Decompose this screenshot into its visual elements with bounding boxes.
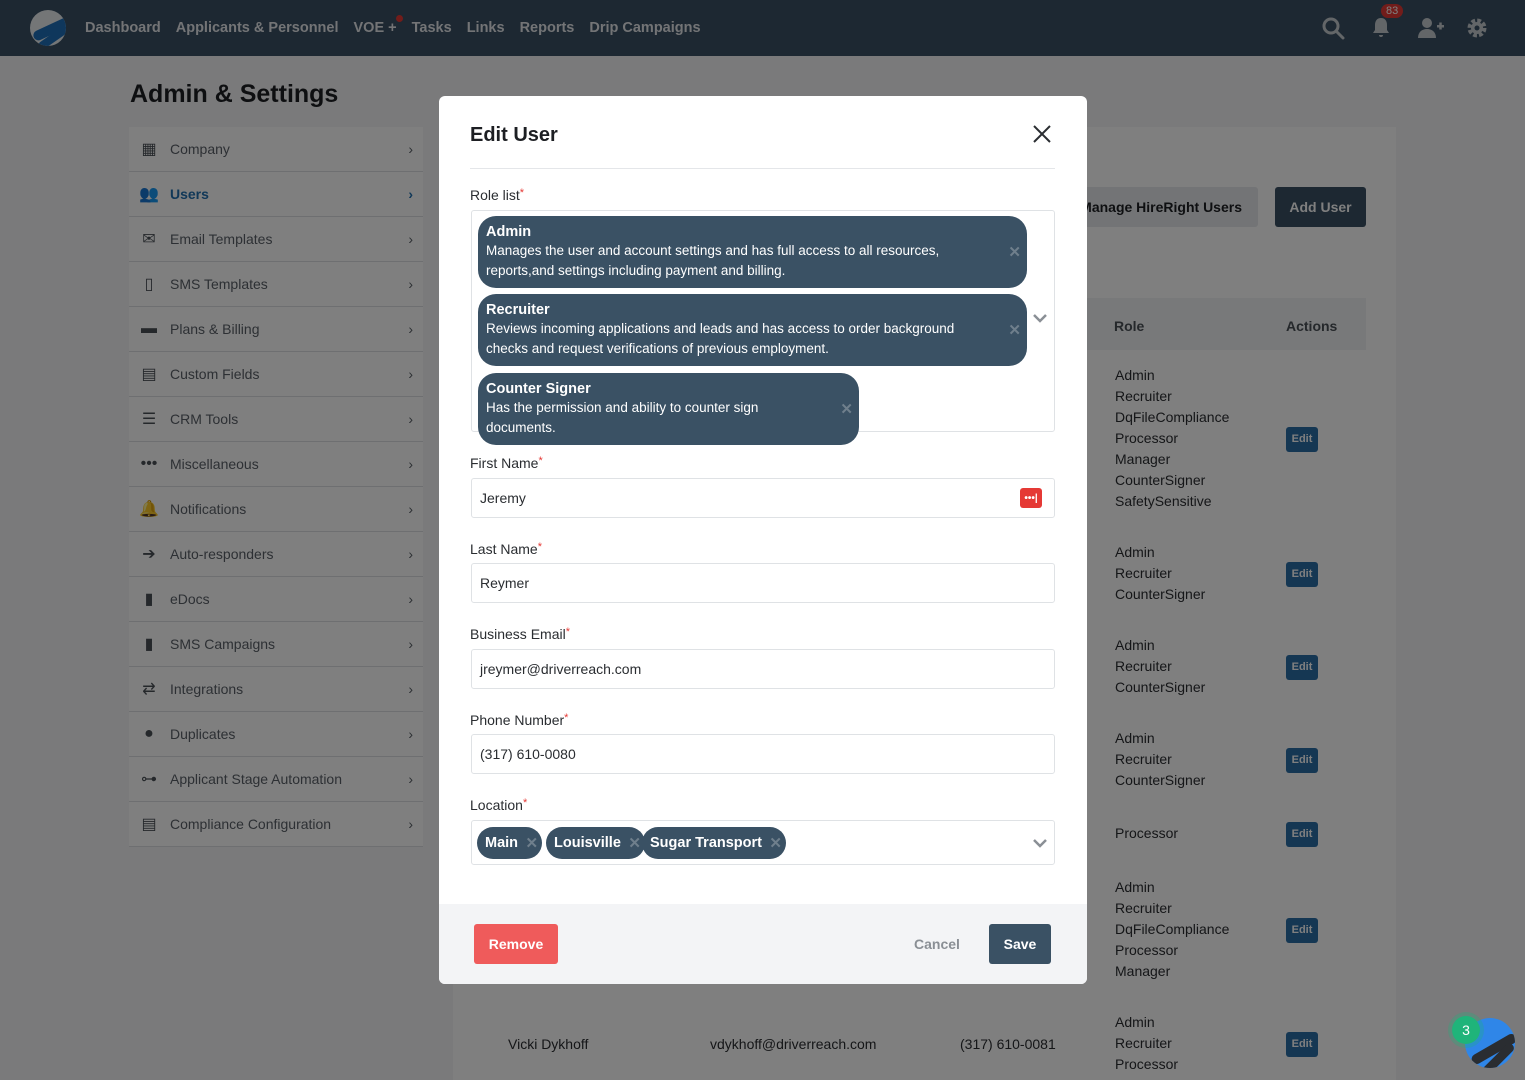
required-mark: *: [564, 712, 569, 724]
location-chip-label: Louisville: [554, 835, 621, 851]
role-description: Manages the user and account settings an…: [486, 243, 940, 278]
role-name: Recruiter: [486, 302, 550, 318]
required-mark: *: [537, 541, 542, 553]
business-email-value: jreymer@driverreach.com: [480, 661, 642, 677]
phone-number-label: Phone Number*: [470, 712, 568, 728]
phone-number-label-text: Phone Number: [470, 712, 565, 728]
required-mark: *: [538, 455, 543, 467]
edit-user-modal: Edit User Role list* Admin Manages the u…: [439, 96, 1087, 984]
location-chip: Louisville ✕: [546, 827, 645, 859]
role-description: Has the permission and ability to counte…: [486, 400, 759, 435]
cancel-button[interactable]: Cancel: [914, 924, 960, 964]
role-list-select[interactable]: Admin Manages the user and account setti…: [471, 210, 1055, 445]
close-icon[interactable]: [1030, 122, 1054, 146]
required-mark: *: [522, 797, 528, 809]
location-chip-label: Main: [485, 835, 519, 851]
chat-unread-badge: 3: [1452, 1016, 1480, 1044]
last-name-label-text: Last Name: [470, 541, 538, 557]
location-chip: Main ✕: [477, 827, 543, 859]
business-email-label: Business Email*: [470, 626, 570, 642]
save-button[interactable]: Save: [989, 924, 1051, 964]
phone-number-value: (317) 610-0080: [480, 746, 576, 762]
remove-location-icon[interactable]: ✕: [769, 834, 782, 852]
remove-location-icon[interactable]: ✕: [525, 834, 538, 852]
role-chip-recruiter: Recruiter Reviews incoming applications …: [478, 294, 1027, 366]
role-list-label-text: Role list: [470, 187, 520, 203]
role-chip-counter-signer: Counter Signer Has the permission and ab…: [478, 373, 859, 445]
role-name: Counter Signer: [486, 381, 591, 397]
required-mark: *: [519, 187, 525, 199]
last-name-input[interactable]: Reymer: [471, 563, 1055, 603]
first-name-input[interactable]: Jeremy •••|: [471, 478, 1055, 518]
first-name-label: First Name*: [470, 455, 543, 471]
location-chip: Sugar Transport ✕: [642, 827, 786, 859]
location-label-text: Location: [470, 797, 523, 813]
chevron-down-icon[interactable]: [1032, 311, 1048, 329]
remove-role-icon[interactable]: ✕: [840, 400, 853, 418]
role-list-label: Role list*: [470, 187, 524, 203]
last-name-label: Last Name*: [470, 541, 542, 557]
location-label: Location*: [470, 797, 527, 813]
phone-number-input[interactable]: (317) 610-0080: [471, 734, 1055, 774]
remove-button[interactable]: Remove: [474, 924, 558, 964]
modal-divider: [470, 168, 1055, 169]
role-description: Reviews incoming applications and leads …: [486, 321, 955, 356]
location-chip-label: Sugar Transport: [650, 835, 762, 851]
first-name-value: Jeremy: [480, 490, 526, 506]
remove-role-icon[interactable]: ✕: [1008, 243, 1021, 261]
password-manager-icon[interactable]: •••|: [1020, 488, 1042, 508]
chevron-down-icon[interactable]: [1032, 836, 1048, 854]
modal-footer: Remove Cancel Save: [439, 904, 1087, 984]
first-name-label-text: First Name: [470, 455, 539, 471]
location-select[interactable]: Main ✕ Louisville ✕ Sugar Transport ✕: [471, 820, 1055, 865]
remove-role-icon[interactable]: ✕: [1008, 321, 1021, 339]
role-name: Admin: [486, 224, 532, 240]
required-mark: *: [565, 626, 570, 638]
business-email-label-text: Business Email: [470, 626, 566, 642]
business-email-input[interactable]: jreymer@driverreach.com: [471, 649, 1055, 689]
remove-location-icon[interactable]: ✕: [628, 834, 641, 852]
modal-title: Edit User: [470, 124, 558, 146]
last-name-value: Reymer: [480, 575, 530, 591]
role-chip-admin: Admin Manages the user and account setti…: [478, 216, 1027, 288]
